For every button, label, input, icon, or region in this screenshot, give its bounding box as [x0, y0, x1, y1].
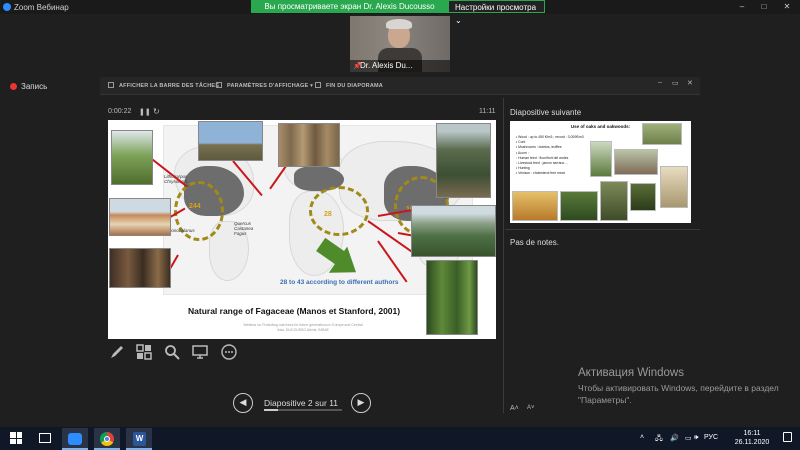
- taskbar-icon: [108, 82, 114, 88]
- europe-diversity-ring: [309, 186, 369, 236]
- recording-label: Запись: [21, 82, 48, 91]
- app-title: Zoom Вебинар: [14, 3, 69, 12]
- close-window-button[interactable]: ✕: [782, 2, 792, 12]
- recording-dot-icon: [10, 83, 17, 90]
- slide-counter: Diapositive 2 sur 11: [264, 398, 339, 408]
- slide-title: Natural range of Fagaceae (Manos et Stan…: [188, 306, 401, 316]
- speaker-video[interactable]: Dr. Alexis Du... 📌: [350, 16, 450, 72]
- oak-photo: [590, 141, 612, 177]
- system-clock[interactable]: 16:11 26.11.2020: [731, 429, 773, 447]
- tray-sound-icon[interactable]: 🔊: [670, 434, 679, 442]
- activation-title: Активация Windows: [578, 367, 684, 379]
- mushroom-photo: [642, 123, 682, 145]
- next-slide-bullet: • Cork: [516, 140, 526, 145]
- next-slide-bullet: • Mushrooms : boletus, truffles: [516, 145, 562, 150]
- next-slide-bullet: • Venison : cholesterol free meat: [516, 171, 565, 176]
- pen-tool-icon[interactable]: [108, 344, 126, 362]
- slide-progress-bar: [264, 409, 342, 411]
- previous-slide-button[interactable]: ◀: [233, 393, 253, 413]
- mid-genera-label: Quercus Castanea Fagus: [234, 221, 254, 236]
- screen-share-banner: Вы просматриваете экран Dr. Alexis Ducou…: [251, 0, 448, 13]
- eroded-landscape-photo: [109, 198, 171, 236]
- clock-time: 16:11: [743, 430, 761, 437]
- next-slide-button[interactable]: ▶: [351, 393, 371, 413]
- display-settings-icon: [216, 82, 222, 88]
- chrome-center: [104, 436, 110, 442]
- word-app-icon: W: [133, 432, 146, 446]
- notes-divider: [505, 229, 700, 230]
- speaker-hair: [386, 19, 412, 29]
- tropical-forest-photo: [426, 260, 478, 335]
- windows-taskbar: [0, 427, 800, 450]
- zoom-icon[interactable]: [163, 344, 181, 362]
- forest-photo: [630, 183, 656, 211]
- next-slide-bullet: ◦ Human feed : flour/fruit del andes: [516, 155, 569, 160]
- tray-speaker-icon[interactable]: 🕪: [694, 434, 698, 442]
- winter-forest-photo: [278, 123, 340, 167]
- acorn-dish-photo: [512, 191, 558, 221]
- slides-grid-icon[interactable]: [135, 344, 153, 362]
- forest-trunks-photo: [109, 248, 171, 288]
- presenter-close-button[interactable]: ✕: [687, 79, 693, 87]
- next-slide-bullet: ◦ Livestock feed : jamon serrano…: [516, 161, 568, 165]
- tray-network-icon[interactable]: 🖧: [655, 434, 663, 445]
- americas-species-count: 244: [189, 203, 201, 210]
- end-slideshow-icon: [315, 82, 321, 88]
- notifications-icon[interactable]: [783, 432, 792, 442]
- tray-chevron-icon[interactable]: ˄: [640, 434, 644, 441]
- panel-divider: [503, 98, 504, 413]
- presenter-restore-button[interactable]: ▭: [672, 79, 679, 87]
- next-slide-bullet: • Acorn :: [516, 150, 529, 155]
- forest-canopy-photo: [436, 123, 491, 198]
- maximize-window-button[interactable]: □: [759, 2, 769, 12]
- slide-progress-fill: [264, 409, 279, 411]
- pigs-photo: [614, 149, 658, 175]
- decrease-font-button[interactable]: A˅: [527, 405, 535, 411]
- view-settings-button[interactable]: Настройки просмотра ⌄: [448, 0, 545, 25]
- more-options-icon[interactable]: [220, 344, 238, 362]
- authors-note: 28 to 43 according to different authors: [280, 279, 399, 286]
- windows-start-icon[interactable]: [10, 432, 22, 444]
- taskbar-chrome-app[interactable]: [94, 428, 120, 450]
- poster-image: [660, 166, 688, 208]
- next-slide-label: Diapositive suivante: [510, 108, 582, 117]
- notes-text: Pas de notes.: [510, 238, 559, 247]
- elapsed-timer: 0:00:22: [108, 108, 132, 115]
- slide-footer: Webinar on Protecting oak trees for futu…: [243, 323, 363, 332]
- leaves-photo: [560, 191, 598, 221]
- clock-date: 26.11.2020: [734, 439, 770, 446]
- tray-battery-icon[interactable]: ▭: [685, 434, 692, 442]
- activation-description: Чтобы активировать Windows, перейдите в …: [578, 383, 779, 405]
- display-settings-button[interactable]: PARAMÈTRES D'AFFICHAGE ▾: [227, 83, 313, 89]
- presenter-view-bar: AFFICHER LA BARRE DES TÂCHES PARAMÈTRES …: [100, 77, 700, 95]
- zoom-logo-icon: [3, 3, 11, 11]
- taskbar-word-app[interactable]: W: [126, 428, 152, 450]
- mountain-forest-photo: [411, 205, 496, 257]
- europe-species-count: 28: [324, 211, 332, 218]
- task-view-icon[interactable]: [39, 433, 51, 443]
- end-slideshow-button[interactable]: FIN DU DIAPORAMA: [326, 83, 383, 89]
- reset-timer-button[interactable]: ↻: [153, 107, 160, 116]
- next-slide-bullet: • Hunting: [516, 166, 530, 171]
- zoom-title-bar: Zoom Вебинар Вы просматриваете экран Dr.…: [0, 0, 800, 25]
- minimize-window-button[interactable]: –: [737, 2, 747, 12]
- next-slide-bullet: • Wood : up to 450 €/m3 ; record : 3,000…: [516, 135, 584, 139]
- pause-timer-button[interactable]: ❚❚: [139, 108, 151, 116]
- current-slide[interactable]: 244 28 163 Lithocarpus Chrysolepis Trigo…: [108, 120, 496, 339]
- presenter-minimize-button[interactable]: –: [658, 79, 662, 86]
- bare-tree-photo: [198, 121, 263, 161]
- oak-tree-photo: [111, 130, 153, 185]
- screen-icon[interactable]: [191, 344, 209, 362]
- next-slide-preview[interactable]: Use of oaks and oakwoods: • Wood : up to…: [510, 121, 691, 223]
- taskbar-zoom-app[interactable]: [62, 428, 88, 450]
- pin-icon: 📌: [353, 63, 362, 70]
- zoom-app-icon: [68, 433, 82, 445]
- input-language[interactable]: РУС: [704, 434, 718, 441]
- speaker-name: Dr. Alexis Du...: [350, 60, 450, 72]
- tree-photo: [600, 181, 628, 221]
- increase-font-button[interactable]: A˄: [510, 405, 519, 412]
- current-time: 11:11: [479, 108, 496, 115]
- show-taskbar-button[interactable]: AFFICHER LA BARRE DES TÂCHES: [119, 83, 219, 89]
